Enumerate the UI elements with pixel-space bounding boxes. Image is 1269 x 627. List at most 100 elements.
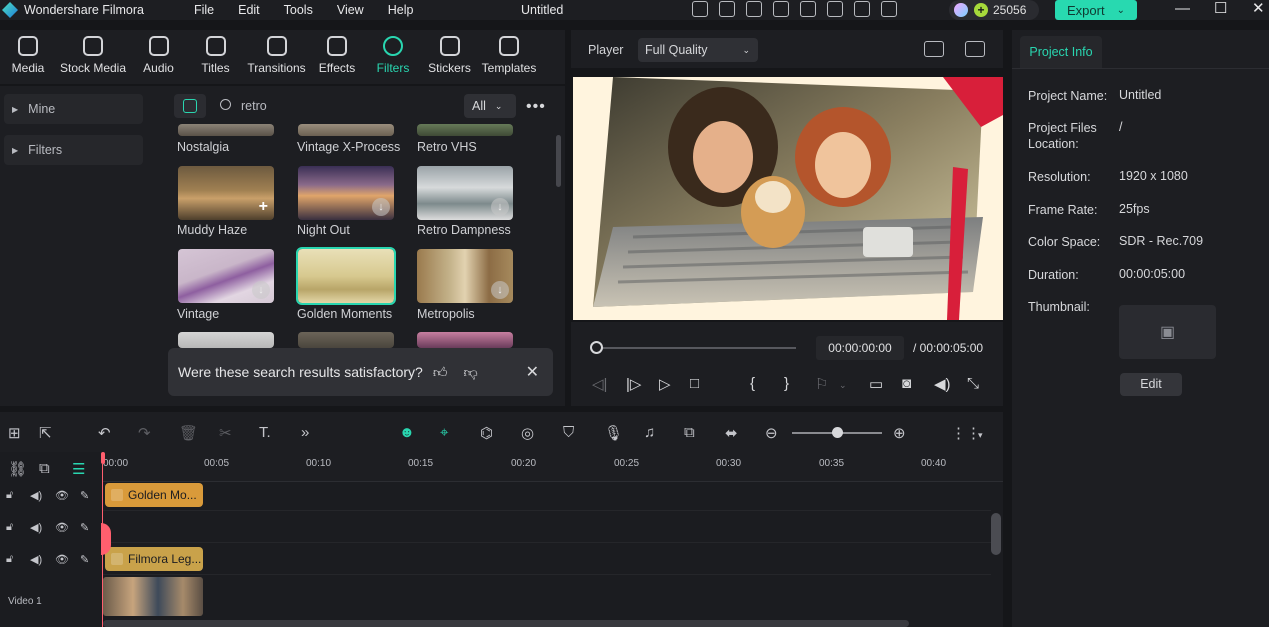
fullscreen-icon[interactable]: ⤡ (967, 375, 979, 392)
zoom-slider-handle[interactable] (832, 427, 843, 438)
eye-icon[interactable]: 👁︎ (55, 521, 69, 534)
playhead-marker[interactable] (101, 452, 105, 464)
tab-project-info[interactable]: Project Info (1020, 36, 1102, 68)
filter-thumbnail-selected[interactable] (296, 247, 396, 305)
layout-icon[interactable] (773, 1, 789, 17)
filter-thumbnail[interactable]: ↓ (178, 249, 274, 303)
tab-templates[interactable]: Templates (478, 30, 540, 84)
fit-timeline-icon[interactable]: ⬌ (725, 424, 738, 442)
group-icon[interactable]: ⧉ (39, 460, 50, 477)
minimize-icon[interactable]: — (1175, 0, 1190, 17)
category-dropdown[interactable]: All ⌄ (464, 94, 516, 118)
speed-icon[interactable]: ◎ (521, 424, 534, 442)
tab-effects[interactable]: Effects (309, 30, 365, 84)
volume-icon[interactable]: ◀) (30, 521, 42, 534)
mark-out-icon[interactable]: } (784, 375, 789, 392)
seek-handle[interactable] (590, 341, 603, 354)
download-icon[interactable]: ↓ (491, 281, 509, 299)
auto-sync-icon[interactable]: ⌖ (440, 424, 448, 441)
download-icon[interactable]: ↓ (491, 198, 509, 216)
download-icon[interactable]: ↓ (372, 198, 390, 216)
waveform-icon[interactable] (965, 41, 985, 57)
magic-wand-icon[interactable]: ✎ (80, 521, 89, 534)
play-from-start-icon[interactable]: |▷ (626, 375, 641, 393)
split-scissors-icon[interactable]: ✂ (219, 424, 232, 442)
download-icon[interactable]: ↓ (252, 281, 270, 299)
volume-icon[interactable]: ◀) (30, 489, 42, 502)
send-icon[interactable] (719, 1, 735, 17)
gift-icon[interactable] (692, 1, 708, 17)
redo-icon[interactable]: ↷ (138, 424, 151, 442)
thumbnail-preview[interactable]: ▣ (1119, 305, 1216, 359)
feedback-icon[interactable] (746, 1, 762, 17)
mark-in-icon[interactable]: { (750, 375, 755, 392)
microphone-icon[interactable]: 🎙︎ (604, 424, 623, 442)
more-tools-icon[interactable]: » (301, 424, 309, 441)
audio-list-icon[interactable]: ♫ (644, 424, 655, 441)
delete-icon[interactable]: 🗑︎ (179, 424, 198, 442)
add-icon[interactable]: + (259, 198, 268, 216)
filter-thumbnail[interactable]: + (178, 166, 274, 220)
filter-thumbnail[interactable] (178, 124, 274, 136)
headset-icon[interactable] (854, 1, 870, 17)
display-icon[interactable]: ▭ (869, 375, 883, 393)
filter-thumbnail[interactable] (298, 124, 394, 136)
ai-tools-icon[interactable]: ⌬ (480, 424, 493, 442)
tab-stickers[interactable]: Stickers (421, 30, 478, 84)
filters-scrollbar[interactable] (556, 135, 561, 187)
menu-view[interactable]: View (325, 3, 376, 17)
chevron-down-icon[interactable]: ⌄ (1117, 5, 1125, 16)
track-grid-icon[interactable]: ⋮⋮ (951, 424, 981, 442)
select-tool-icon[interactable]: ⇱ (39, 424, 52, 442)
media-replace-icon[interactable]: ⧉ (684, 424, 695, 441)
filter-thumbnail[interactable] (417, 124, 513, 136)
sidebar-item-mine[interactable]: ▶ Mine (4, 94, 143, 124)
volume-icon[interactable]: ◀) (934, 375, 951, 393)
filter-clip[interactable]: Golden Mo... (105, 483, 203, 507)
grid-view-icon[interactable] (924, 41, 944, 57)
video-preview[interactable] (573, 77, 1003, 320)
edit-thumbnail-button[interactable]: Edit (1120, 373, 1182, 396)
seek-bar[interactable] (596, 347, 796, 349)
magic-wand-icon[interactable]: ✎ (80, 553, 89, 566)
maximize-icon[interactable]: ☐ (1214, 0, 1227, 17)
ai-mate-icon[interactable]: ☻ (399, 424, 415, 441)
menu-help[interactable]: Help (376, 3, 426, 17)
apps-icon[interactable] (881, 1, 897, 17)
previous-frame-icon[interactable]: ◁| (592, 375, 607, 393)
more-options-icon[interactable]: ••• (526, 98, 546, 116)
close-icon[interactable]: ✕ (1252, 0, 1265, 17)
volume-icon[interactable]: ◀) (30, 553, 42, 566)
undo-icon[interactable]: ↶ (98, 424, 111, 442)
thumbs-down-icon[interactable]: 👎︎ (463, 364, 477, 381)
tab-filters[interactable]: Filters (365, 30, 421, 84)
lock-icon[interactable]: 🔓︎ (6, 553, 13, 566)
store-icon[interactable] (174, 94, 206, 118)
layout-grid-icon[interactable]: ⊞ (8, 424, 21, 442)
filter-thumbnail[interactable] (178, 332, 274, 348)
eye-icon[interactable]: 👁︎ (55, 489, 69, 502)
tab-transitions[interactable]: Transitions (244, 30, 309, 84)
chevron-down-icon[interactable]: ⌄ (839, 380, 847, 391)
tab-audio[interactable]: Audio (130, 30, 187, 84)
playhead-handle[interactable] (101, 523, 111, 555)
thumbs-up-icon[interactable]: 👍︎ (433, 364, 448, 381)
filter-thumbnail[interactable] (417, 332, 513, 348)
menu-edit[interactable]: Edit (226, 3, 272, 17)
add-track-icon[interactable]: ☰ (72, 460, 85, 478)
snapshot-camera-icon[interactable]: ◙ (902, 375, 911, 392)
export-button[interactable]: Export ⌄ (1055, 0, 1137, 20)
filter-thumbnail[interactable]: ↓ (417, 166, 513, 220)
tab-stock-media[interactable]: Stock Media (56, 30, 130, 84)
filter-thumbnail[interactable]: ↓ (298, 166, 394, 220)
text-tool-icon[interactable]: T. (259, 424, 271, 441)
sidebar-item-filters[interactable]: ▶ Filters (4, 135, 143, 165)
menu-file[interactable]: File (182, 3, 226, 17)
chevron-down-icon[interactable]: ▾ (978, 430, 983, 441)
shield-icon[interactable]: ⛉ (563, 424, 574, 441)
cloud-upload-icon[interactable] (827, 1, 843, 17)
zoom-in-icon[interactable]: ⊕ (893, 424, 906, 442)
zoom-out-icon[interactable]: ⊖ (765, 424, 778, 442)
timeline-ruler[interactable] (103, 452, 1003, 482)
quality-dropdown[interactable]: Full Quality ⌄ (638, 38, 758, 62)
